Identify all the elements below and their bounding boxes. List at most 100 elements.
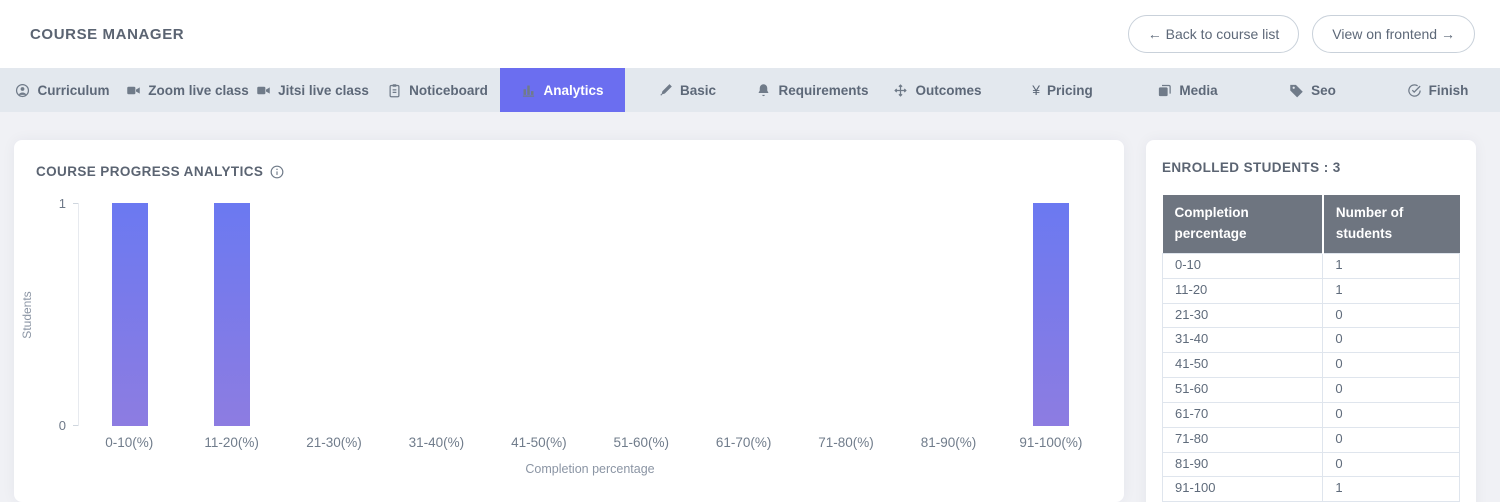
table-row: 41-500 [1163,353,1460,378]
bar-chart: Students 1 0 0-10(%)11-20(%)21-30(%)31-4… [36,203,1102,476]
tab-noticeboard[interactable]: Noticeboard [375,68,500,112]
table-cell: 71-80 [1163,427,1323,452]
tab-basic[interactable]: Basic [625,68,750,112]
table-row: 21-300 [1163,303,1460,328]
table-cell: 1 [1323,477,1460,502]
tab-analytics[interactable]: Analytics [500,68,625,112]
tab-label: Pricing [1047,83,1093,98]
table-row: 81-900 [1163,452,1460,477]
bar [214,203,250,426]
bar-column [1000,203,1102,426]
tab-curriculum[interactable]: Curriculum [0,68,125,112]
bar-column [488,203,590,426]
tab-jitsi-live-class[interactable]: Jitsi live class [250,68,375,112]
tab-media[interactable]: Media [1125,68,1250,112]
table-cell: 81-90 [1163,452,1323,477]
y-tickmark [73,425,78,426]
tab-label: Noticeboard [409,83,488,98]
x-tick-label: 91-100(%) [1000,435,1102,450]
bar-chart-icon [521,83,536,98]
table-row: 0-101 [1163,253,1460,278]
x-axis-labels: 0-10(%)11-20(%)21-30(%)31-40(%)41-50(%)5… [78,435,1102,450]
tab-label: Media [1179,83,1217,98]
enrolled-students-title: ENROLLED STUDENTS : 3 [1162,160,1460,175]
tab-label: Finish [1429,83,1469,98]
y-axis-title: Students [20,291,34,338]
tab-outcomes[interactable]: Outcomes [875,68,1000,112]
info-icon[interactable] [270,165,284,179]
tab-label: Seo [1311,83,1336,98]
course-progress-analytics-card: COURSE PROGRESS ANALYTICS Students 1 0 0… [14,140,1124,502]
media-images-icon [1157,83,1172,98]
table-cell: 0 [1323,452,1460,477]
table-cell: 0 [1323,427,1460,452]
table-cell: 0 [1323,303,1460,328]
tab-zoom-live-class[interactable]: Zoom live class [125,68,250,112]
bell-icon [756,83,771,98]
table-cell: 21-30 [1163,303,1323,328]
table-row: 51-600 [1163,378,1460,403]
y-tick-label: 1 [59,196,66,211]
tab-label: Jitsi live class [278,83,369,98]
x-tick-label: 0-10(%) [78,435,180,450]
tab-label: Analytics [543,83,603,98]
x-tick-label: 81-90(%) [897,435,999,450]
table-cell: 0 [1323,402,1460,427]
column-header-number-of-students: Number of students [1323,195,1460,253]
bar [112,203,148,426]
bar-column [590,203,692,426]
table-cell: 51-60 [1163,378,1323,403]
tag-icon [1289,83,1304,98]
bar-column [693,203,795,426]
table-cell: 61-70 [1163,402,1323,427]
tab-requirements[interactable]: Requirements [750,68,875,112]
x-axis-title: Completion percentage [78,462,1102,476]
table-cell: 41-50 [1163,353,1323,378]
back-to-course-list-button[interactable]: ← Back to course list [1128,15,1300,53]
enrolled-table-body: 0-10111-20121-30031-40041-50051-60061-70… [1163,253,1460,501]
table-cell: 91-100 [1163,477,1323,502]
x-tick-label: 31-40(%) [385,435,487,450]
y-tick-label: 0 [59,418,66,433]
tab-pricing[interactable]: ¥ Pricing [1000,68,1125,112]
x-tick-label: 71-80(%) [795,435,897,450]
bar-column [795,203,897,426]
x-tick-label: 51-60(%) [590,435,692,450]
bar-column [284,203,386,426]
table-cell: 1 [1323,253,1460,278]
tab-seo[interactable]: Seo [1250,68,1375,112]
analytics-card-title: COURSE PROGRESS ANALYTICS [36,164,263,179]
view-on-frontend-button[interactable]: View on frontend → [1312,15,1475,53]
bar-column [897,203,999,426]
course-manager-tabs: Curriculum Zoom live class Jitsi live cl… [0,68,1500,112]
pen-icon [659,83,673,97]
x-tick-label: 61-70(%) [692,435,794,450]
video-camera-icon [126,83,141,98]
clipboard-icon [387,83,402,98]
tab-finish[interactable]: Finish [1375,68,1500,112]
table-row: 91-1001 [1163,477,1460,502]
user-circle-icon [15,83,30,98]
table-row: 61-700 [1163,402,1460,427]
check-circle-icon [1407,83,1422,98]
yen-icon: ¥ [1032,82,1040,98]
tab-label: Outcomes [915,83,981,98]
bar-column [386,203,488,426]
bar-column [181,203,283,426]
main-content: COURSE PROGRESS ANALYTICS Students 1 0 0… [0,112,1500,502]
tab-label: Basic [680,83,716,98]
x-tick-label: 41-50(%) [488,435,590,450]
bar [1033,203,1069,426]
enrolled-students-card: ENROLLED STUDENTS : 3 Completion percent… [1146,140,1476,502]
table-row: 31-400 [1163,328,1460,353]
enrolled-students-table: Completion percentage Number of students… [1162,195,1460,502]
table-row: 11-201 [1163,278,1460,303]
bar-column [79,203,181,426]
bar-chart-plot [78,203,1102,426]
table-cell: 0-10 [1163,253,1323,278]
tab-label: Requirements [778,83,868,98]
x-tick-label: 21-30(%) [283,435,385,450]
y-tickmark [73,203,78,204]
table-cell: 0 [1323,353,1460,378]
table-cell: 11-20 [1163,278,1323,303]
